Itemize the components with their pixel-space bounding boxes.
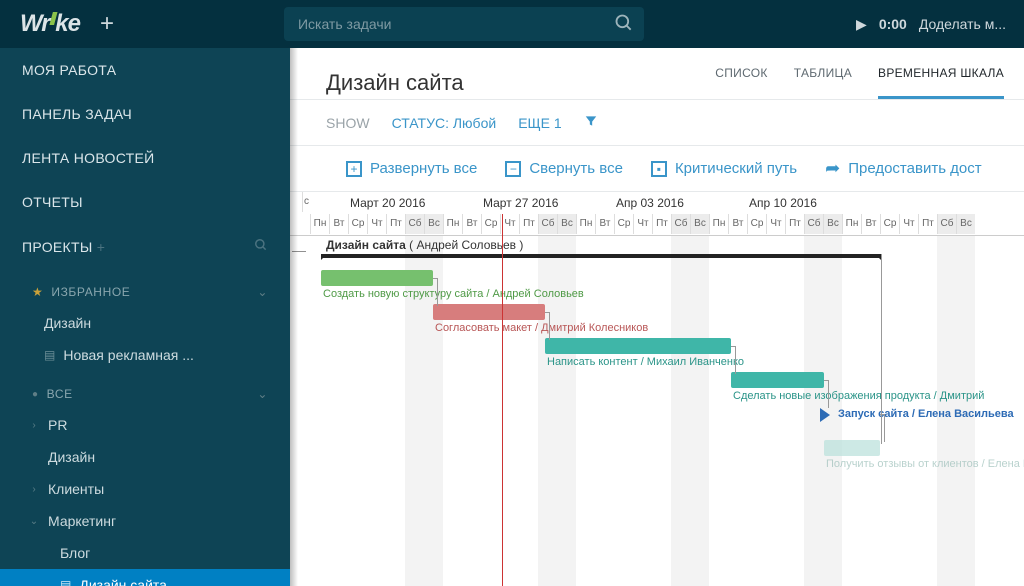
- collapse-all-button[interactable]: −Свернуть все: [505, 160, 623, 177]
- tree-item[interactable]: Дизайн: [0, 441, 290, 473]
- gantt-bar[interactable]: [731, 372, 824, 388]
- add-button[interactable]: +: [94, 10, 134, 38]
- task-label: Написать контент / Михаил Иванченко: [547, 356, 744, 368]
- tree-item[interactable]: Блог: [0, 537, 290, 569]
- task-label: Запуск сайта / Елена Васильева: [838, 408, 1014, 420]
- parent-task[interactable]: Дизайн сайта ( Андрей Соловьев ): [326, 238, 523, 252]
- gantt-bar[interactable]: [824, 440, 880, 456]
- week-label: Март 20 2016: [350, 196, 425, 210]
- week-label: Апр 03 2016: [616, 196, 684, 210]
- task-label: Создать новую структуру сайта / Андрей С…: [323, 288, 584, 300]
- task-label: Согласовать макет / Дмитрий Колесников: [435, 322, 648, 334]
- filter-more[interactable]: ЕЩЕ 1: [518, 115, 561, 131]
- nav-projects[interactable]: ПРОЕКТЫ +: [0, 224, 290, 269]
- tree-item[interactable]: ›Клиенты: [0, 473, 290, 505]
- nav-reports[interactable]: ОТЧЕТЫ: [0, 180, 290, 224]
- page-title: Дизайн сайта: [326, 70, 715, 96]
- share-button[interactable]: ➦Предоставить дост: [825, 158, 982, 179]
- gantt-bar[interactable]: [545, 338, 731, 354]
- tree-item-active[interactable]: ▤Дизайн сайта: [0, 569, 290, 586]
- collapse-left-icon[interactable]: —: [292, 242, 306, 258]
- gantt-bar[interactable]: [433, 304, 545, 320]
- section-favorites[interactable]: ★ИЗБРАННОЕ⌄: [0, 269, 290, 307]
- nav-stream[interactable]: ЛЕНТА НОВОСТЕЙ: [0, 136, 290, 180]
- critical-path-button[interactable]: ▪Критический путь: [651, 160, 797, 177]
- filter-status[interactable]: СТАТУС: Любой: [392, 115, 497, 131]
- tree-item[interactable]: Дизайн: [0, 307, 290, 339]
- section-all[interactable]: ●ВСЕ⌄: [0, 371, 290, 409]
- share-icon: ➦: [825, 158, 840, 179]
- star-icon: ★: [32, 285, 43, 299]
- chevron-down-icon[interactable]: ⌄: [257, 387, 268, 401]
- caret-right-icon[interactable]: ›: [28, 484, 40, 495]
- tree-item[interactable]: ▤Новая рекламная ...: [0, 339, 290, 371]
- doc-icon: ▤: [44, 348, 55, 362]
- funnel-icon[interactable]: [584, 114, 598, 131]
- bullet-icon: ●: [32, 389, 39, 400]
- timer-value: 0:00: [879, 16, 907, 32]
- filter-show-label: SHOW: [326, 115, 370, 131]
- task-label: Сделать новые изображения продукта / Дми…: [733, 390, 984, 402]
- caret-down-icon[interactable]: ⌄: [28, 516, 40, 527]
- search-input[interactable]: [284, 7, 644, 41]
- gantt-bar[interactable]: [321, 270, 433, 286]
- doc-icon: ▤: [60, 578, 71, 586]
- play-icon[interactable]: ▶: [856, 16, 867, 33]
- week-label: Апр 10 2016: [749, 196, 817, 210]
- tab-timeline[interactable]: ВРЕМЕННАЯ ШКАЛА: [878, 66, 1004, 99]
- tree-item[interactable]: ›PR: [0, 409, 290, 441]
- plus-icon[interactable]: +: [97, 239, 105, 255]
- search-icon[interactable]: [614, 13, 634, 38]
- timer-task[interactable]: Доделать м...: [919, 16, 1006, 32]
- nav-my-work[interactable]: МОЯ РАБОТА: [0, 48, 290, 92]
- tab-list[interactable]: СПИСОК: [715, 66, 767, 99]
- week-label: Март 27 2016: [483, 196, 558, 210]
- milestone[interactable]: [820, 408, 837, 422]
- caret-right-icon[interactable]: ›: [28, 420, 40, 431]
- chevron-down-icon[interactable]: ⌄: [257, 285, 268, 299]
- logo: Wrıke: [0, 10, 94, 38]
- search-icon[interactable]: [254, 238, 268, 255]
- tree-item[interactable]: ⌄Маркетинг: [0, 505, 290, 537]
- tab-table[interactable]: ТАБЛИЦА: [794, 66, 852, 99]
- sidebar: МОЯ РАБОТА ПАНЕЛЬ ЗАДАЧ ЛЕНТА НОВОСТЕЙ О…: [0, 48, 290, 586]
- task-label: Получить отзывы от клиентов / Елена Васи…: [826, 458, 1024, 470]
- nav-dashboard[interactable]: ПАНЕЛЬ ЗАДАЧ: [0, 92, 290, 136]
- expand-all-button[interactable]: +Развернуть все: [346, 160, 477, 177]
